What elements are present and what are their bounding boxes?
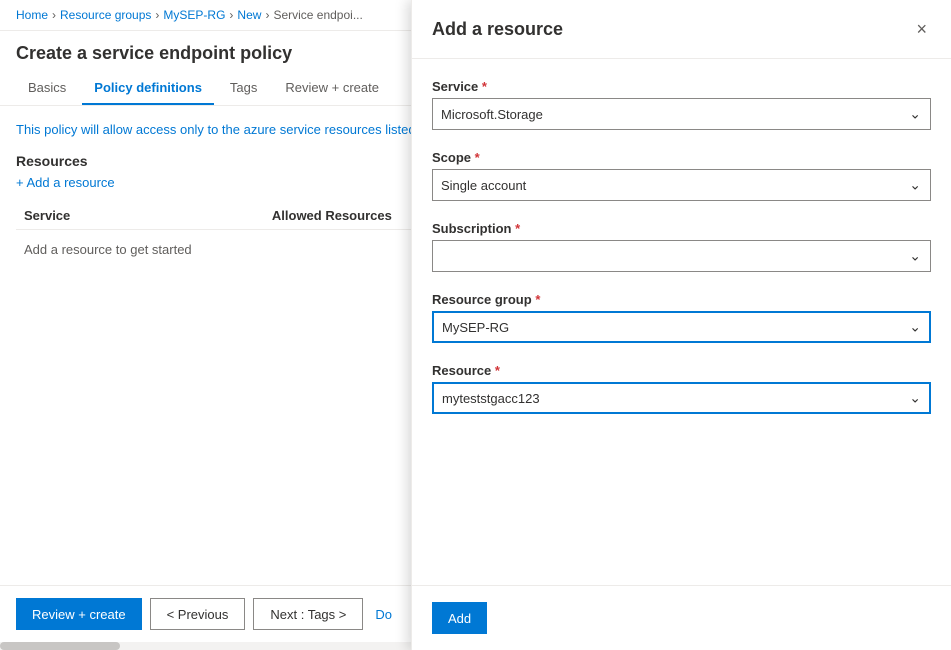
resource-select[interactable]: myteststgacc123 xyxy=(432,382,931,414)
resource-group-required: * xyxy=(535,292,540,307)
col-service: Service xyxy=(16,202,264,230)
panel-content: Service * Microsoft.Storage Scope * Sing… xyxy=(412,59,951,585)
scope-required: * xyxy=(475,150,480,165)
breadcrumb-mysep-rg[interactable]: MySEP-RG xyxy=(163,8,225,22)
breadcrumb-new[interactable]: New xyxy=(237,8,261,22)
next-tags-button[interactable]: Next : Tags > xyxy=(253,598,363,630)
tab-tags[interactable]: Tags xyxy=(218,72,269,105)
panel-title: Add a resource xyxy=(432,19,563,40)
panel-header: Add a resource × xyxy=(412,0,951,59)
panel-footer: Add xyxy=(412,585,951,650)
service-required: * xyxy=(482,79,487,94)
breadcrumb-sep-3: › xyxy=(229,8,233,22)
review-create-button[interactable]: Review + create xyxy=(16,598,142,630)
resource-select-wrapper: myteststgacc123 xyxy=(432,382,931,414)
previous-button[interactable]: < Previous xyxy=(150,598,246,630)
add-resource-panel: Add a resource × Service * Microsoft.Sto… xyxy=(411,0,951,650)
subscription-label: Subscription * xyxy=(432,221,931,236)
scope-select-wrapper: Single account All accounts All accounts… xyxy=(432,169,931,201)
breadcrumb-sep-4: › xyxy=(265,8,269,22)
resource-form-group: Resource * myteststgacc123 xyxy=(432,363,931,414)
service-select[interactable]: Microsoft.Storage xyxy=(432,98,931,130)
resource-required: * xyxy=(495,363,500,378)
main-container: Home › Resource groups › MySEP-RG › New … xyxy=(0,0,951,650)
subscription-form-group: Subscription * xyxy=(432,221,931,272)
service-form-group: Service * Microsoft.Storage xyxy=(432,79,931,130)
breadcrumb-home[interactable]: Home xyxy=(16,8,48,22)
breadcrumb-sep-2: › xyxy=(155,8,159,22)
resource-group-form-group: Resource group * MySEP-RG xyxy=(432,292,931,343)
service-label: Service * xyxy=(432,79,931,94)
service-select-wrapper: Microsoft.Storage xyxy=(432,98,931,130)
close-panel-button[interactable]: × xyxy=(912,16,931,42)
breadcrumb-sep-1: › xyxy=(52,8,56,22)
subscription-required: * xyxy=(515,221,520,236)
download-button[interactable]: Do xyxy=(371,601,396,628)
add-button[interactable]: Add xyxy=(432,602,487,634)
scope-label: Scope * xyxy=(432,150,931,165)
breadcrumb-resource-groups[interactable]: Resource groups xyxy=(60,8,151,22)
resource-group-select-wrapper: MySEP-RG xyxy=(432,311,931,343)
tab-review-create[interactable]: Review + create xyxy=(273,72,391,105)
resource-group-label: Resource group * xyxy=(432,292,931,307)
resource-label: Resource * xyxy=(432,363,931,378)
tab-policy-definitions[interactable]: Policy definitions xyxy=(82,72,214,105)
scrollbar-thumb[interactable] xyxy=(0,642,120,650)
subscription-select[interactable] xyxy=(432,240,931,272)
tab-basics[interactable]: Basics xyxy=(16,72,78,105)
scope-select[interactable]: Single account All accounts All accounts… xyxy=(432,169,931,201)
resource-group-select[interactable]: MySEP-RG xyxy=(432,311,931,343)
breadcrumb-current: Service endpoi... xyxy=(273,8,362,22)
subscription-select-wrapper xyxy=(432,240,931,272)
scope-form-group: Scope * Single account All accounts All … xyxy=(432,150,931,201)
